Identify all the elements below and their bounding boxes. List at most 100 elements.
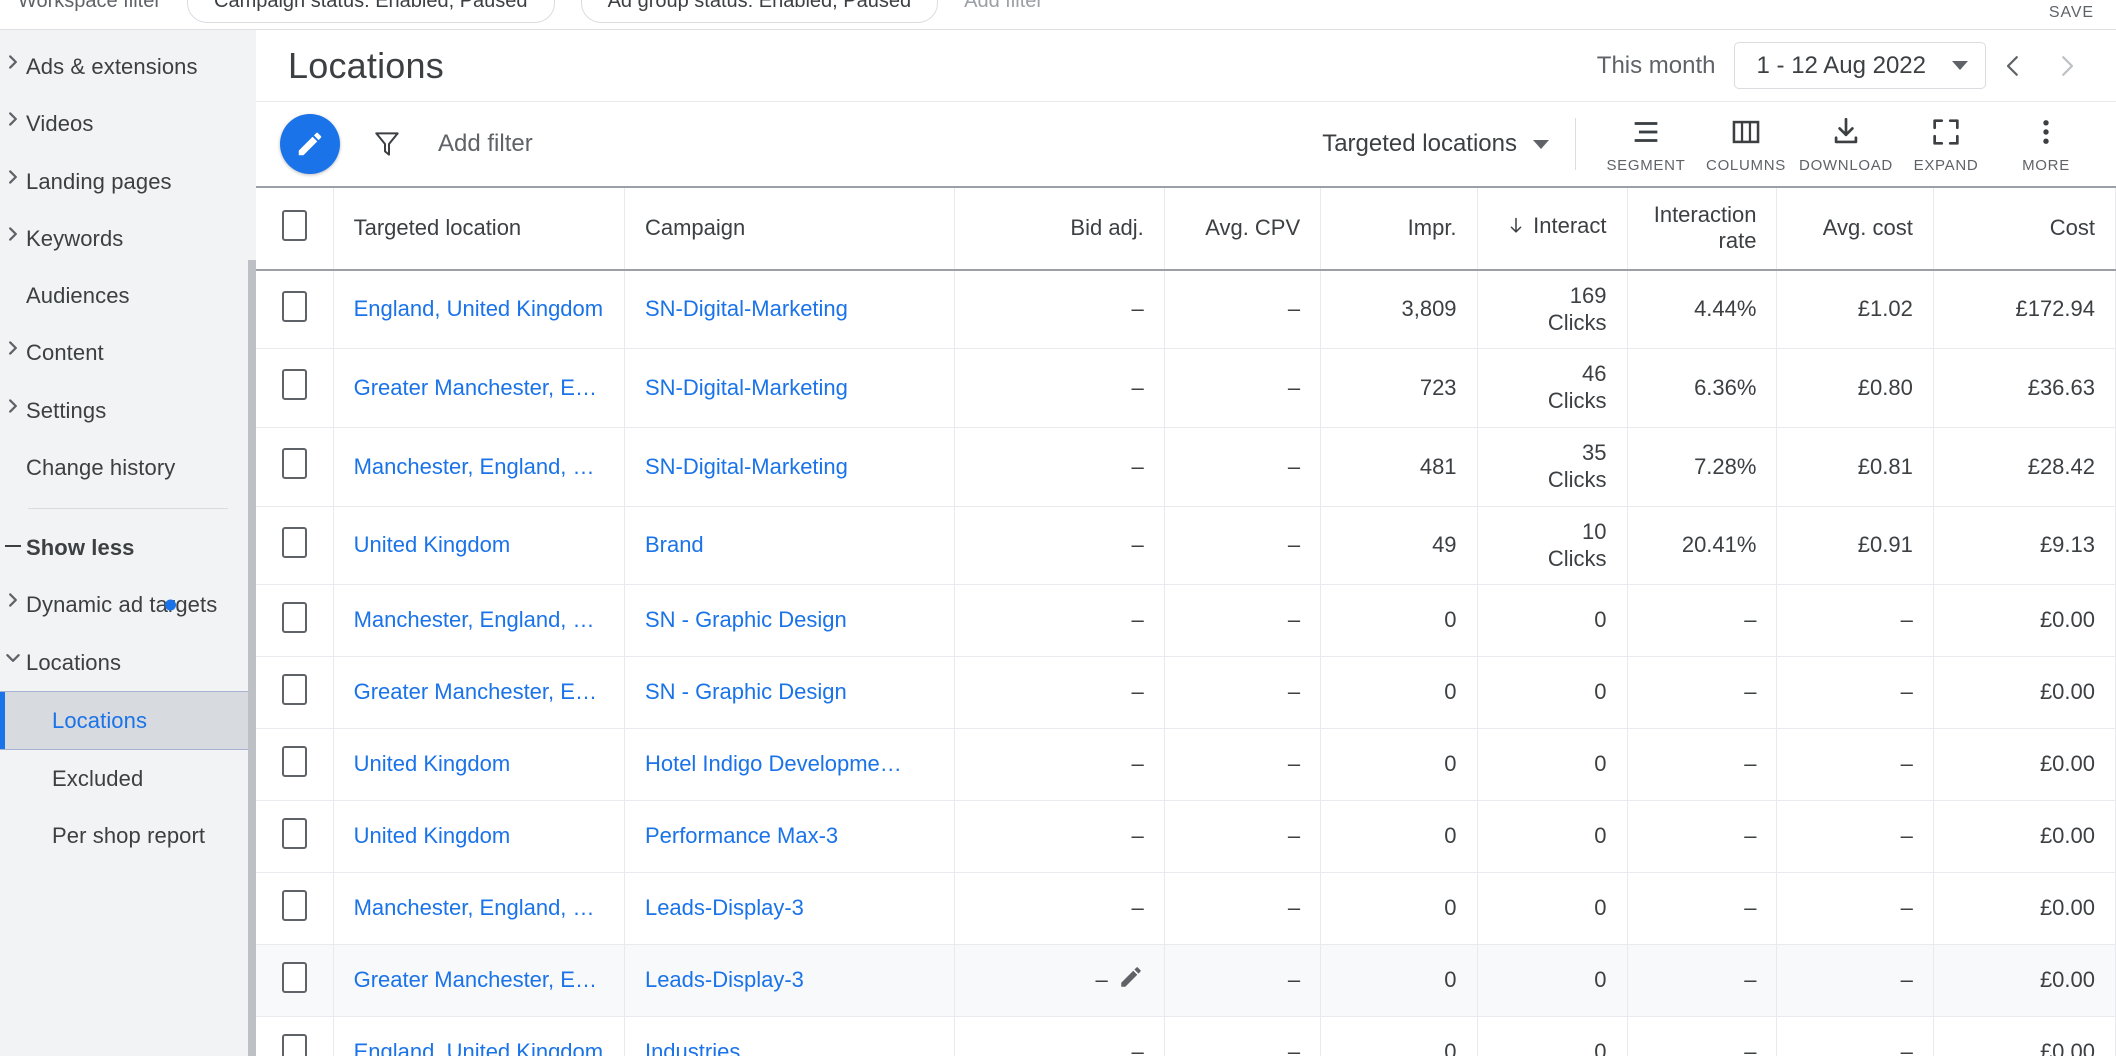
- location-link[interactable]: Manchester, England, Uni…: [354, 895, 604, 922]
- filter-chip-adgroup-status[interactable]: Ad group status: Enabled, Paused: [581, 0, 939, 23]
- campaign-link[interactable]: SN-Digital-Marketing: [645, 454, 934, 481]
- filter-chip-campaign-status[interactable]: Campaign status: Enabled, Paused: [187, 0, 555, 23]
- table-row[interactable]: England, United Kingdom SN-Digital-Market…: [256, 270, 2116, 349]
- table-row[interactable]: Manchester, England, Uni… Leads-Display-3…: [256, 873, 2116, 945]
- location-link[interactable]: Greater Manchester, Engl…: [354, 967, 604, 994]
- sidebar-item-ads-extensions[interactable]: Ads & extensions: [0, 38, 256, 95]
- campaign-link[interactable]: SN-Digital-Marketing: [645, 375, 934, 402]
- select-all-checkbox[interactable]: [282, 210, 307, 241]
- location-link[interactable]: United Kingdom: [354, 823, 604, 850]
- sidebar-item-settings[interactable]: Settings: [0, 382, 256, 439]
- row-checkbox[interactable]: [282, 746, 307, 777]
- location-link[interactable]: United Kingdom: [354, 532, 604, 559]
- column-header-cost[interactable]: Cost: [1933, 188, 2115, 270]
- sidebar-item-audiences[interactable]: Audiences: [0, 267, 256, 324]
- sidebar-item-excluded[interactable]: Excluded: [0, 750, 256, 807]
- sidebar-item-content[interactable]: Content: [0, 324, 256, 381]
- more-button[interactable]: MORE: [1996, 115, 2096, 174]
- column-header-bid-adj[interactable]: Bid adj.: [954, 188, 1164, 270]
- workspace-filter-label[interactable]: Workspace filter: [18, 0, 161, 13]
- add-filter-button[interactable]: Add filter: [438, 130, 533, 158]
- cell-targeted-location: Greater Manchester, Engl…: [333, 657, 624, 729]
- column-header-impr[interactable]: Impr.: [1321, 188, 1477, 270]
- row-checkbox[interactable]: [282, 527, 307, 558]
- row-checkbox[interactable]: [282, 602, 307, 633]
- column-header-campaign[interactable]: Campaign: [624, 188, 954, 270]
- chevron-right-icon[interactable]: [0, 224, 26, 241]
- row-checkbox[interactable]: [282, 890, 307, 921]
- location-link[interactable]: Greater Manchester, Engl…: [354, 679, 604, 706]
- columns-button[interactable]: COLUMNS: [1696, 115, 1796, 174]
- cell-targeted-location: England, United Kingdom: [333, 1017, 624, 1056]
- row-checkbox[interactable]: [282, 291, 307, 322]
- sidebar-item-locations[interactable]: Locations: [0, 634, 256, 691]
- campaign-link[interactable]: SN-Digital-Marketing: [645, 296, 934, 323]
- date-range-select[interactable]: 1 - 12 Aug 2022: [1734, 42, 1986, 89]
- segment-button[interactable]: SEGMENT: [1596, 115, 1696, 174]
- campaign-link[interactable]: Brand: [645, 532, 934, 559]
- save-button[interactable]: SAVE: [2049, 4, 2094, 22]
- campaign-link[interactable]: SN - Graphic Design: [645, 679, 934, 706]
- campaign-link[interactable]: Industries: [645, 1039, 934, 1056]
- edit-fab-button[interactable]: [280, 114, 340, 174]
- campaign-link[interactable]: Leads-Display-3: [645, 895, 934, 922]
- row-checkbox[interactable]: [282, 818, 307, 849]
- column-header-interactions[interactable]: Interact: [1477, 188, 1627, 270]
- column-header-interaction-rate[interactable]: Interaction rate: [1627, 188, 1777, 270]
- expand-button[interactable]: EXPAND: [1896, 115, 1996, 174]
- row-checkbox[interactable]: [282, 448, 307, 479]
- column-header-avg-cost[interactable]: Avg. cost: [1777, 188, 1933, 270]
- next-period-button[interactable]: [2040, 39, 2094, 93]
- sidebar-show-less-button[interactable]: Show less: [0, 519, 256, 576]
- table-row[interactable]: United KingdomHotel Indigo Developme…––0…: [256, 729, 2116, 801]
- chevron-right-icon[interactable]: [0, 109, 26, 126]
- chevron-down-icon[interactable]: [0, 648, 26, 665]
- campaign-link[interactable]: Performance Max-3: [645, 823, 934, 850]
- column-header-avg-cpv[interactable]: Avg. CPV: [1164, 188, 1320, 270]
- location-link[interactable]: Manchester, England, Uni…: [354, 454, 604, 481]
- sidebar-item-per-shop-report[interactable]: Per shop report: [0, 807, 256, 864]
- location-link[interactable]: United Kingdom: [354, 751, 604, 778]
- row-checkbox[interactable]: [282, 1034, 307, 1056]
- chevron-right-icon[interactable]: [0, 52, 26, 69]
- sidebar-scrollbar[interactable]: [248, 260, 256, 1056]
- previous-period-button[interactable]: [1986, 39, 2040, 93]
- location-link[interactable]: England, United Kingdom: [354, 296, 604, 323]
- table-row[interactable]: Greater Manchester, Engl… Leads-Display-3…: [256, 945, 2116, 1017]
- chevron-right-icon[interactable]: [0, 396, 26, 413]
- view-select[interactable]: Targeted locations: [1322, 130, 1575, 158]
- location-link[interactable]: England, United Kingdom: [354, 1039, 604, 1056]
- campaign-link[interactable]: Leads-Display-3: [645, 967, 934, 994]
- campaign-link[interactable]: Hotel Indigo Developme…: [645, 751, 934, 778]
- row-checkbox[interactable]: [282, 369, 307, 400]
- row-checkbox[interactable]: [282, 962, 307, 993]
- column-header-targeted-location[interactable]: Targeted location: [333, 188, 624, 270]
- row-checkbox[interactable]: [282, 674, 307, 705]
- download-button[interactable]: DOWNLOAD: [1796, 115, 1896, 174]
- location-link[interactable]: Greater Manchester, Engl…: [354, 375, 604, 402]
- location-link[interactable]: Manchester, England, Uni…: [354, 607, 604, 634]
- cell-interactions: 0: [1477, 801, 1627, 873]
- cell-bid-adj: –: [954, 657, 1164, 729]
- sidebar-item-locations[interactable]: Locations: [0, 691, 256, 750]
- campaign-link[interactable]: SN - Graphic Design: [645, 607, 934, 634]
- sidebar-item-landing-pages[interactable]: Landing pages: [0, 153, 256, 210]
- sidebar-item-videos[interactable]: Videos: [0, 95, 256, 152]
- inline-edit-pencil-icon[interactable]: [1118, 964, 1144, 997]
- table-row[interactable]: England, United KingdomIndustries––00––£…: [256, 1017, 2116, 1056]
- table-row[interactable]: United KingdomPerformance Max-3––00––£0.…: [256, 801, 2116, 873]
- filter-icon[interactable]: [358, 115, 416, 173]
- sidebar-item-change-history[interactable]: Change history: [0, 439, 256, 496]
- chevron-right-icon[interactable]: [0, 338, 26, 355]
- table-row[interactable]: United KingdomBrand––4910Clicks20.41%£0.…: [256, 506, 2116, 585]
- topbar-add-filter-button[interactable]: Add filter: [964, 0, 1043, 13]
- sidebar-item-keywords[interactable]: Keywords: [0, 210, 256, 267]
- sidebar-item-dynamic-ad-targets[interactable]: Dynamic ad targets: [0, 576, 256, 633]
- table-row[interactable]: Manchester, England, Uni… SN-Digital-Mark…: [256, 428, 2116, 507]
- table-row[interactable]: Greater Manchester, Engl… SN-Digital-Mark…: [256, 349, 2116, 428]
- chevron-right-icon[interactable]: [0, 167, 26, 184]
- table-row[interactable]: Manchester, England, Uni… SN - Graphic De…: [256, 585, 2116, 657]
- table-row[interactable]: Greater Manchester, Engl… SN - Graphic De…: [256, 657, 2116, 729]
- chevron-right-icon[interactable]: [0, 590, 26, 607]
- cell-bid-adj-text: –: [1132, 751, 1144, 776]
